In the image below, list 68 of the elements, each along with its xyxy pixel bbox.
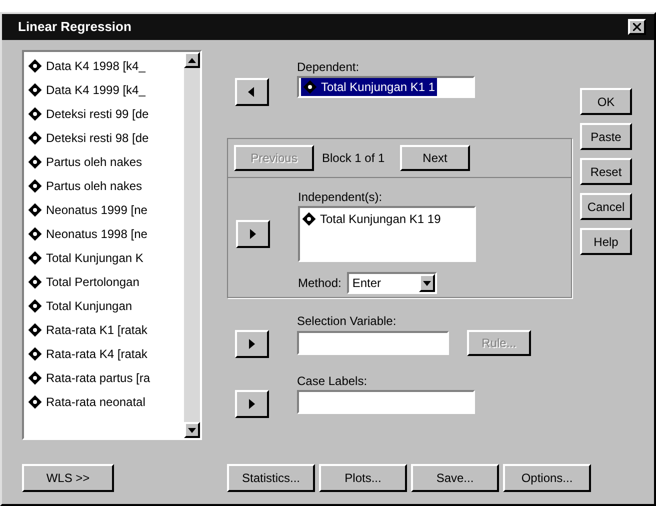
variable-icon xyxy=(28,59,42,73)
independents-list[interactable]: Total Kunjungan K1 19 xyxy=(298,206,476,262)
variable-icon xyxy=(303,80,317,94)
window-title: Linear Regression xyxy=(17,18,132,36)
down-arrow-icon xyxy=(188,428,196,432)
case-labels-field[interactable] xyxy=(297,390,475,414)
wls-button[interactable]: WLS >> xyxy=(22,464,114,492)
dialog-button[interactable]: Paste xyxy=(580,123,632,150)
variable-icon xyxy=(28,83,42,97)
dependent-variable[interactable]: Total Kunjungan K1 1 xyxy=(301,78,438,96)
variable-item[interactable]: Total Kunjungan xyxy=(28,294,184,318)
dialog-button[interactable]: Cancel xyxy=(580,193,632,220)
variable-list[interactable] xyxy=(22,50,202,440)
variable-item[interactable]: Deteksi resti 98 [de xyxy=(28,126,184,150)
variable-icon xyxy=(28,179,42,193)
variable-item[interactable]: Total Pertolongan xyxy=(28,270,184,294)
block-label: Block 1 of 1 xyxy=(322,150,386,167)
variable-item[interactable]: Rata-rata K1 [ratak xyxy=(28,318,184,342)
dialog-button[interactable]: Options... xyxy=(503,464,591,492)
variable-item[interactable]: Partus oleh nakes xyxy=(28,174,184,198)
dependent-field[interactable]: Total Kunjungan K1 1 xyxy=(297,76,475,98)
move-arrow-button[interactable] xyxy=(236,220,270,248)
variable-icon xyxy=(28,107,42,121)
independent-variable[interactable]: Total Kunjungan K1 19 xyxy=(302,210,472,228)
dependent-label: Dependent: xyxy=(297,59,360,76)
variable-icon xyxy=(28,275,42,289)
variable-icon xyxy=(28,371,42,385)
variable-icon xyxy=(28,347,42,361)
variable-icon xyxy=(28,299,42,313)
dropdown-arrow-icon xyxy=(423,280,432,286)
variable-icon xyxy=(28,251,42,265)
close-icon xyxy=(633,23,641,31)
independents-label: Independent(s): xyxy=(298,189,384,206)
variable-item[interactable]: Data K4 1998 [k4_ xyxy=(28,54,184,78)
variable-icon xyxy=(28,155,42,169)
case-labels-label: Case Labels: xyxy=(297,373,368,390)
dialog-button[interactable]: Statistics... xyxy=(227,464,315,492)
variable-item[interactable]: Rata-rata K4 [ratak xyxy=(28,342,184,366)
variable-item[interactable]: Deteksi resti 99 [de xyxy=(28,102,184,126)
variable-item[interactable]: Partus oleh nakes xyxy=(28,150,184,174)
next-button[interactable]: Next xyxy=(400,145,470,171)
variable-item[interactable]: Neonatus 1998 [ne xyxy=(28,222,184,246)
dialog-button[interactable]: OK xyxy=(580,88,632,115)
selection-variable-field[interactable] xyxy=(297,331,449,355)
move-arrow-button[interactable] xyxy=(235,330,269,358)
variable-icon xyxy=(28,203,42,217)
dialog-button[interactable]: Plots... xyxy=(319,464,407,492)
variable-item[interactable]: Rata-rata neonatal xyxy=(28,390,184,414)
variable-icon xyxy=(28,227,42,241)
variable-icon xyxy=(28,131,42,145)
variable-item[interactable]: Neonatus 1999 [ne xyxy=(28,198,184,222)
variable-icon xyxy=(28,395,42,409)
method-label: Method: xyxy=(298,275,342,292)
selection-variable-label: Selection Variable: xyxy=(297,313,398,330)
scrollbar[interactable] xyxy=(184,52,200,438)
variable-item[interactable]: Rata-rata partus [ra xyxy=(28,366,184,390)
up-arrow-icon xyxy=(188,58,196,62)
move-arrow-button[interactable] xyxy=(235,78,269,106)
close-button[interactable] xyxy=(628,19,646,35)
variable-icon xyxy=(302,212,316,226)
variable-icon xyxy=(28,323,42,337)
method-dropdown[interactable]: Enter xyxy=(347,272,438,294)
dialog-button[interactable]: Help xyxy=(580,228,632,255)
dialog-button[interactable]: Save... xyxy=(411,464,499,492)
variable-item[interactable]: Data K4 1999 [k4_ xyxy=(28,78,184,102)
variable-item[interactable]: Total Kunjungan K xyxy=(28,246,184,270)
move-arrow-button[interactable] xyxy=(235,390,269,418)
dialog-button[interactable]: Reset xyxy=(580,158,632,185)
